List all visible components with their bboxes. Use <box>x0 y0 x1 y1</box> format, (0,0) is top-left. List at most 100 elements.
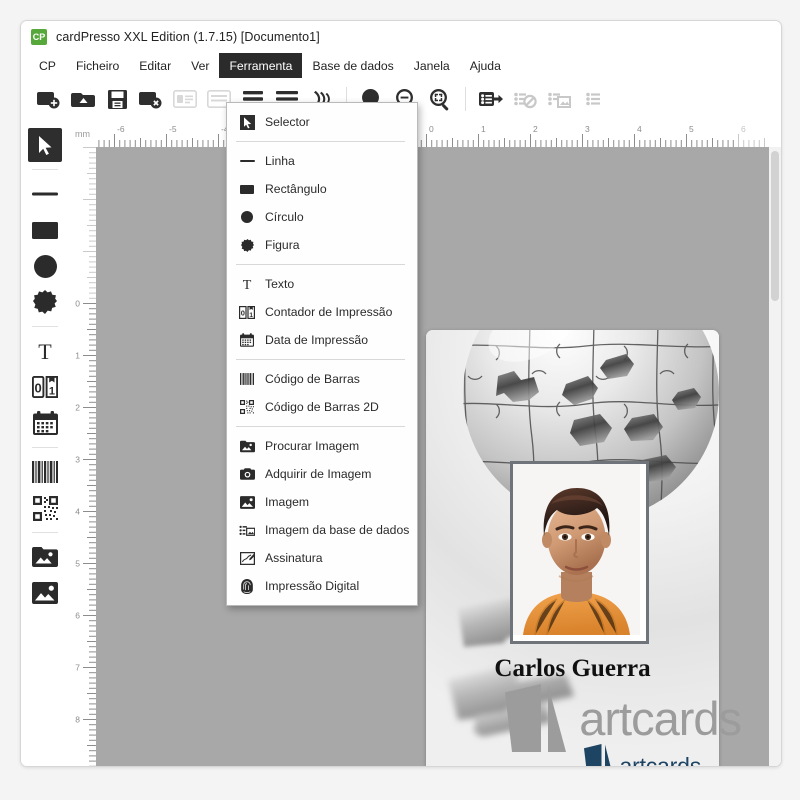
new-card-icon[interactable] <box>33 84 65 114</box>
print-date-tool[interactable] <box>28 406 62 440</box>
window-title: cardPresso XXL Edition (1.7.15) [Documen… <box>56 30 320 44</box>
design-canvas[interactable]: Carlos Guerra artcards artcards <box>96 147 769 766</box>
menu-item-label: Código de Barras <box>265 372 360 386</box>
tool-palette: T 01 <box>21 120 70 766</box>
menu-item-label: Figura <box>265 238 300 252</box>
svg-text:0: 0 <box>34 381 41 396</box>
ruler-unit-label: mm <box>69 120 96 147</box>
horizontal-ruler[interactable]: -6-5-4-3-2-10123456 <box>96 120 769 147</box>
title-bar: CP cardPresso XXL Edition (1.7.15) [Docu… <box>21 21 781 53</box>
image-tool[interactable] <box>28 576 62 610</box>
menu-ficheiro[interactable]: Ficheiro <box>66 53 129 78</box>
menu-item-figura[interactable]: Figura <box>227 231 417 259</box>
menu-item-adquirir-imagem[interactable]: Adquirir de Imagem <box>227 460 417 488</box>
menu-item-imagem-base-dados[interactable]: Imagem da base de dados <box>227 516 417 544</box>
svg-text:4: 4 <box>75 507 80 517</box>
menu-janela[interactable]: Janela <box>404 53 460 78</box>
rectangle-tool[interactable] <box>28 213 62 247</box>
menu-item-label: Rectângulo <box>265 182 327 196</box>
barcode-icon <box>236 373 258 385</box>
menu-item-label: Assinatura <box>265 551 323 565</box>
app-icon: CP <box>31 29 47 45</box>
menu-cp[interactable]: CP <box>29 53 66 78</box>
card-holder-name[interactable]: Carlos Guerra <box>426 655 719 683</box>
database-disconnect-icon <box>509 84 541 114</box>
line-tool[interactable] <box>28 177 62 211</box>
selector-tool[interactable] <box>28 128 62 162</box>
vertical-ruler[interactable]: 0 1 2 3 4 5 6 7 8 <box>69 147 96 766</box>
line-icon <box>236 159 258 163</box>
svg-text:2: 2 <box>75 403 80 413</box>
database-image-icon <box>236 524 258 537</box>
artcards-logo-text: artcards <box>619 753 702 767</box>
portrait-photo[interactable] <box>510 461 649 644</box>
browse-image-tool[interactable] <box>28 540 62 574</box>
svg-text:4: 4 <box>637 124 642 134</box>
menu-item-codigo-barras[interactable]: Código de Barras <box>227 365 417 393</box>
menu-ajuda[interactable]: Ajuda <box>460 53 511 78</box>
menu-item-texto[interactable]: T Texto <box>227 270 417 298</box>
svg-text:8: 8 <box>75 715 80 725</box>
svg-text:0: 0 <box>429 124 434 134</box>
zoom-fit-icon[interactable] <box>424 84 456 114</box>
database-image-icon <box>543 84 575 114</box>
shape-tool[interactable] <box>28 285 62 319</box>
qrcode-icon <box>236 400 258 414</box>
svg-text:1: 1 <box>249 311 253 318</box>
menu-item-label: Imagem da base de dados <box>265 523 410 537</box>
signature-icon <box>236 551 258 565</box>
text-tool[interactable]: T <box>28 334 62 368</box>
canvas-watermark: artcards <box>505 684 742 752</box>
menu-ver[interactable]: Ver <box>181 53 219 78</box>
svg-text:5: 5 <box>75 559 80 569</box>
menu-item-procurar-imagem[interactable]: Procurar Imagem <box>227 432 417 460</box>
open-card-icon[interactable] <box>67 84 99 114</box>
database-records-icon <box>577 84 609 114</box>
vertical-scrollbar-thumb[interactable] <box>771 151 779 301</box>
menu-separator-1 <box>236 141 405 142</box>
vertical-ruler-ticks: 0 1 2 3 4 5 6 7 8 <box>75 147 96 766</box>
menu-separator-4 <box>236 426 405 427</box>
menu-item-linha[interactable]: Linha <box>227 147 417 175</box>
svg-text:1: 1 <box>49 386 55 398</box>
star-shape-icon <box>236 238 258 252</box>
menu-item-rectangulo[interactable]: Rectângulo <box>227 175 417 203</box>
menu-separator-2 <box>236 264 405 265</box>
menu-item-data-impressao[interactable]: Data de Impressão <box>227 326 417 354</box>
close-card-icon[interactable] <box>135 84 167 114</box>
print-counter-icon: 01 <box>236 305 258 319</box>
menu-item-label: Imagem <box>265 495 310 509</box>
text-icon: T <box>236 277 258 291</box>
menu-item-label: Procurar Imagem <box>265 439 360 453</box>
menu-item-circulo[interactable]: Círculo <box>227 203 417 231</box>
svg-text:6: 6 <box>741 124 746 134</box>
menu-item-codigo-barras-2d[interactable]: Código de Barras 2D <box>227 393 417 421</box>
svg-text:3: 3 <box>75 455 80 465</box>
barcode-tool[interactable] <box>28 455 62 489</box>
barcode-2d-tool[interactable] <box>28 491 62 525</box>
menu-item-assinatura[interactable]: Assinatura <box>227 544 417 572</box>
picture-icon <box>236 495 258 509</box>
circle-tool[interactable] <box>28 249 62 283</box>
menu-base-de-dados[interactable]: Base de dados <box>302 53 403 78</box>
card-front-icon[interactable] <box>169 84 201 114</box>
menu-ferramenta[interactable]: Ferramenta <box>219 53 303 78</box>
application-window: CP cardPresso XXL Edition (1.7.15) [Docu… <box>20 20 782 767</box>
tool-separator-2 <box>32 326 58 327</box>
svg-text:-6: -6 <box>117 124 125 134</box>
database-connect-icon[interactable] <box>475 84 507 114</box>
cursor-arrow-icon <box>236 114 258 130</box>
camera-icon <box>236 468 258 480</box>
save-icon[interactable] <box>101 84 133 114</box>
menu-item-selector[interactable]: Selector <box>227 108 417 136</box>
menu-item-impressao-digital[interactable]: Impressão Digital <box>227 572 417 600</box>
print-counter-tool[interactable]: 01 <box>28 370 62 404</box>
vertical-scrollbar[interactable] <box>769 147 781 766</box>
svg-text:3: 3 <box>585 124 590 134</box>
menu-item-label: Adquirir de Imagem <box>265 467 372 481</box>
menu-item-imagem[interactable]: Imagem <box>227 488 417 516</box>
menu-item-contador-impressao[interactable]: 01 Contador de Impressão <box>227 298 417 326</box>
horizontal-ruler-ticks: -6-5-4-3-2-10123456 <box>98 124 765 147</box>
menu-editar[interactable]: Editar <box>129 53 181 78</box>
browse-image-icon <box>236 440 258 453</box>
